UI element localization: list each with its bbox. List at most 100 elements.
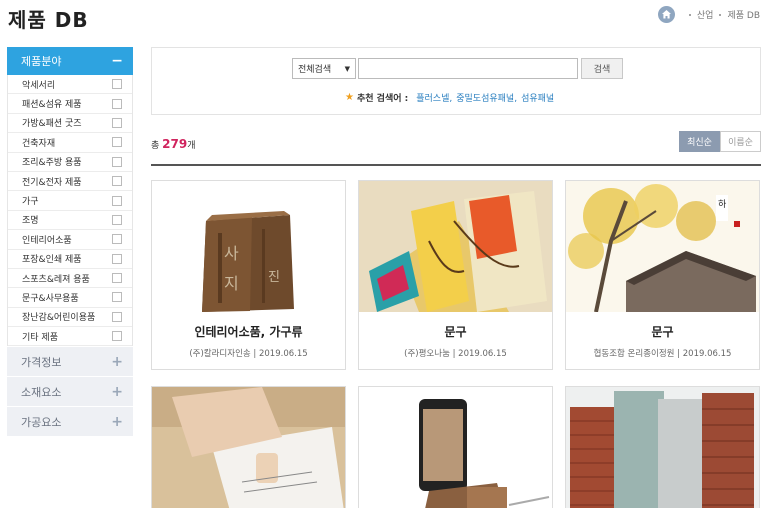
sidebar-item-label: 장난감&어린이용품 [22, 313, 96, 324]
sidebar-item[interactable]: 포장&인쇄 제품 [8, 250, 132, 269]
product-image[interactable]: 하 [566, 181, 759, 312]
product-image[interactable] [359, 181, 552, 312]
sidebar-item[interactable]: 장난감&어린이용품 [8, 308, 132, 328]
filter-checkbox[interactable] [112, 195, 122, 206]
search-panel: 전체검색 ▼ 검색 ★ 추천 검색어 : 플러스넬, 중밀도섬유패널, 섬유패널 [151, 47, 761, 115]
sidebar-item[interactable]: 패션&섬유 제품 [8, 94, 132, 114]
filter-checkbox[interactable] [112, 79, 122, 90]
product-card[interactable] [151, 386, 346, 508]
sort-latest-button[interactable]: 최신순 [679, 131, 720, 152]
filter-checkbox[interactable] [112, 137, 122, 148]
product-image[interactable]: 사 지 진 [152, 181, 345, 312]
search-input[interactable] [358, 58, 578, 79]
sidebar: 제품분야 − 악세서리 패션&섬유 제품 가방&패션 굿즈 건축자재 조리&주방… [7, 47, 133, 437]
sidebar-item-label: 문구&사무용품 [22, 293, 79, 304]
product-image[interactable] [566, 387, 759, 508]
product-card[interactable]: 문구 (주)평오나눔 | 2019.06.15 [358, 180, 553, 370]
sort-toggle: 최신순 이름순 [679, 131, 761, 152]
filter-checkbox[interactable] [112, 214, 122, 225]
product-image[interactable] [359, 387, 552, 508]
svg-text:지: 지 [224, 274, 239, 293]
search-type-value: 전체검색 [298, 65, 332, 75]
collapse-icon[interactable]: − [111, 53, 123, 69]
sidebar-item[interactable]: 가방&패션 굿즈 [8, 114, 132, 134]
expand-icon[interactable]: + [111, 354, 123, 370]
search-type-select[interactable]: 전체검색 ▼ [292, 58, 356, 79]
breadcrumb: 산업 제품 DB [657, 6, 760, 23]
filter-checkbox[interactable] [112, 292, 122, 303]
home-icon[interactable] [657, 6, 675, 23]
sidebar-filter-list: 악세서리 패션&섬유 제품 가방&패션 굿즈 건축자재 조리&주방 용품 전기&… [7, 75, 133, 347]
sidebar-section-label: 가격정보 [21, 355, 62, 369]
sidebar-item[interactable]: 조리&주방 용품 [8, 153, 132, 172]
product-card[interactable] [358, 386, 553, 508]
divider [151, 164, 761, 166]
sidebar-item-label: 인테리어소품 [22, 235, 72, 246]
keyword-link[interactable]: 중밀도섬유패널, [456, 91, 517, 104]
sidebar-section-title: 제품분야 [21, 55, 62, 68]
recommended-keywords: ★ 추천 검색어 : 플러스넬, 중밀도섬유패널, 섬유패널 [345, 91, 558, 104]
product-meta: 협동조합 온리종이정원 | 2019.06.15 [593, 349, 732, 359]
product-title[interactable]: 문구 [566, 323, 759, 340]
sidebar-item-label: 포장&인쇄 제품 [22, 255, 82, 266]
product-meta: (주)칼라디자인송 | 2019.06.15 [189, 349, 308, 359]
sidebar-section-label: 소재요소 [21, 385, 62, 399]
sidebar-item[interactable]: 조명 [8, 211, 132, 231]
product-card[interactable]: 사 지 진 인테리어소품, 가구류 (주)칼라디자인송 | 2019.06.15 [151, 180, 346, 370]
sidebar-item[interactable]: 전기&전자 제품 [8, 172, 132, 192]
filter-checkbox[interactable] [112, 273, 122, 284]
sidebar-section-processing[interactable]: 가공요소 + [7, 407, 133, 437]
product-card[interactable]: 하 문구 협동조합 온리종이정원 | 2019.06.15 [565, 180, 760, 370]
sidebar-item-label: 스포츠&레져 용품 [22, 274, 90, 285]
expand-icon[interactable]: + [111, 414, 123, 430]
sidebar-item-label: 기타 제품 [22, 332, 58, 343]
sidebar-item-label: 조리&주방 용품 [22, 158, 82, 169]
sidebar-item-label: 건축자재 [22, 138, 56, 149]
breadcrumb-item-product-db[interactable]: 제품 DB [727, 8, 760, 21]
sidebar-section-price[interactable]: 가격정보 + [7, 347, 133, 377]
sidebar-section-product-field[interactable]: 제품분야 − [7, 47, 133, 75]
expand-icon[interactable]: + [111, 384, 123, 400]
sidebar-item[interactable]: 악세서리 [8, 75, 132, 95]
sidebar-item-label: 가구 [22, 197, 39, 208]
filter-checkbox[interactable] [112, 234, 122, 245]
breadcrumb-item-industry[interactable]: 산업 [697, 8, 714, 21]
result-count: 총 279개 [151, 137, 196, 151]
count-prefix: 총 [151, 141, 160, 151]
keyword-link[interactable]: 섬유패널 [521, 91, 554, 104]
sidebar-item[interactable]: 스포츠&레져 용품 [8, 269, 132, 289]
count-number: 279 [162, 137, 188, 151]
sidebar-item[interactable]: 기타 제품 [8, 327, 132, 347]
product-meta: (주)평오나눔 | 2019.06.15 [404, 349, 507, 359]
product-card[interactable] [565, 386, 760, 508]
svg-text:하: 하 [718, 199, 727, 210]
star-icon: ★ [345, 92, 354, 103]
sidebar-item[interactable]: 인테리어소품 [8, 230, 132, 250]
sidebar-item-label: 패션&섬유 제품 [22, 100, 82, 111]
product-title[interactable]: 문구 [359, 323, 552, 340]
filter-checkbox[interactable] [112, 117, 122, 128]
filter-checkbox[interactable] [112, 156, 122, 167]
product-title[interactable]: 인테리어소품, 가구류 [152, 323, 345, 340]
chevron-down-icon: ▼ [344, 64, 350, 73]
svg-text:사: 사 [224, 244, 239, 263]
sidebar-item[interactable]: 문구&사무용품 [8, 288, 132, 308]
filter-checkbox[interactable] [112, 253, 122, 264]
search-button[interactable]: 검색 [581, 58, 623, 79]
page-title: 제품 DB [8, 8, 89, 32]
product-image[interactable] [152, 387, 345, 508]
filter-checkbox[interactable] [112, 176, 122, 187]
filter-checkbox[interactable] [112, 331, 122, 342]
sidebar-item-label: 악세서리 [22, 80, 56, 91]
sidebar-item-label: 가방&패션 굿즈 [22, 119, 82, 130]
count-suffix: 개 [187, 141, 196, 151]
filter-checkbox[interactable] [112, 311, 122, 322]
keyword-link[interactable]: 플러스넬, [416, 91, 452, 104]
sidebar-section-material[interactable]: 소재요소 + [7, 377, 133, 407]
sidebar-item-label: 조명 [22, 216, 39, 227]
filter-checkbox[interactable] [112, 98, 122, 109]
sidebar-item[interactable]: 건축자재 [8, 133, 132, 153]
sidebar-item[interactable]: 가구 [8, 191, 132, 211]
svg-text:진: 진 [268, 270, 280, 285]
sort-name-button[interactable]: 이름순 [720, 131, 761, 152]
